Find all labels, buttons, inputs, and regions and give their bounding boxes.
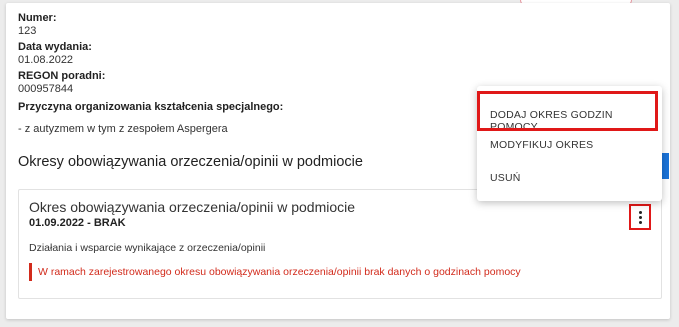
menu-item-delete-label: USUŃ	[490, 172, 521, 184]
period-actions-menu: DODAJ OKRES GODZIN POMOCY MODYFIKUJ OKRE…	[477, 86, 662, 201]
regon-label: REGON poradni:	[18, 70, 106, 82]
no-hours-warning: W ramach zarejestrowanego okresu obowiąz…	[29, 263, 521, 281]
menu-item-modify-period[interactable]: MODYFIKUJ OKRES	[477, 131, 662, 159]
issue-date-label: Data wydania:	[18, 41, 92, 53]
number-label: Numer:	[18, 12, 57, 24]
number-value: 123	[18, 25, 37, 37]
period-card: Okres obowiązywania orzeczenia/opinii w …	[18, 189, 662, 299]
number-field: Numer: 123	[18, 12, 57, 38]
menu-item-delete[interactable]: USUŃ	[477, 162, 662, 190]
regon-field: REGON poradni: 000957844	[18, 70, 105, 96]
regon-value: 000957844	[18, 83, 74, 95]
more-vertical-icon[interactable]	[629, 204, 651, 230]
menu-item-add-help-hours[interactable]: DODAJ OKRES GODZIN POMOCY	[477, 91, 662, 133]
period-dates: 01.09.2022 - BRAK	[29, 217, 126, 229]
certificate-card: Numer: 123 Data wydania: 01.08.2022 REGO…	[6, 3, 670, 319]
menu-item-add-help-hours-label: DODAJ OKRES GODZIN POMOCY	[490, 109, 613, 133]
issue-date-field: Data wydania: 01.08.2022	[18, 41, 92, 67]
period-title: Okres obowiązywania orzeczenia/opinii w …	[29, 199, 356, 215]
reason-value: - z autyzmem w tym z zespołem Aspergera	[18, 123, 228, 135]
periods-section-title: Okresy obowiązywania orzeczenia/opinii w…	[18, 154, 363, 170]
menu-item-modify-period-label: MODYFIKUJ OKRES	[490, 139, 594, 151]
reason-label: Przyczyna organizowania kształcenia spec…	[18, 101, 284, 113]
issue-date-value: 01.08.2022	[18, 54, 74, 66]
period-support-label: Działania i wsparcie wynikające z orzecz…	[29, 242, 266, 254]
